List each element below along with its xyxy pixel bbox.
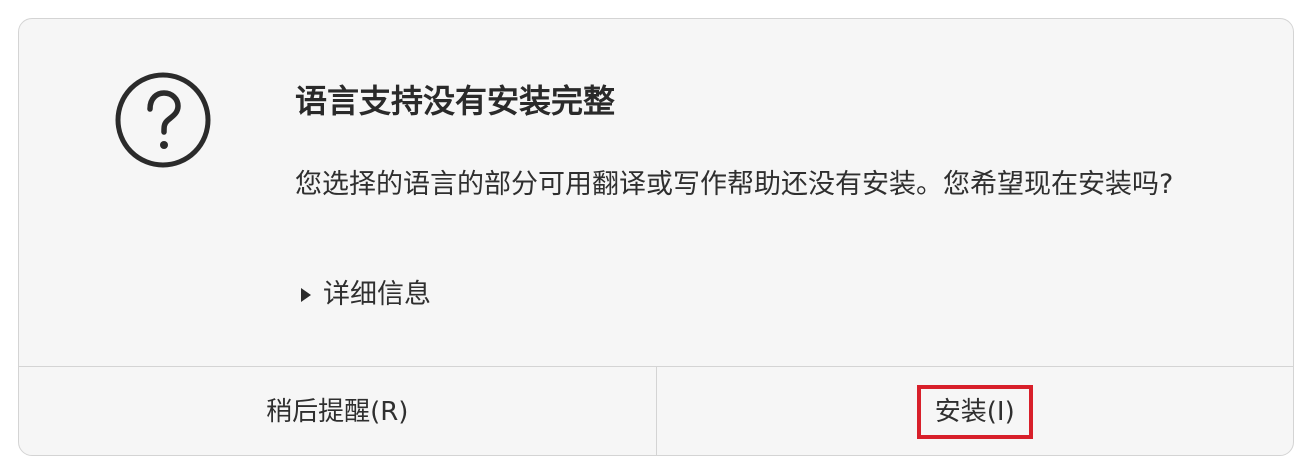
details-expander[interactable]: 详细信息 [299, 275, 431, 315]
dialog-content: 语言支持没有安装完整 您选择的语言的部分可用翻译或写作帮助还没有安装。您希望现在… [19, 19, 1293, 366]
dialog-message: 您选择的语言的部分可用翻译或写作帮助还没有安装。您希望现在安装吗? [295, 169, 1174, 200]
language-support-dialog: 语言支持没有安装完整 您选择的语言的部分可用翻译或写作帮助还没有安装。您希望现在… [18, 18, 1294, 456]
question-circle-icon [115, 72, 211, 168]
install-button[interactable]: 安装(I) [655, 367, 1294, 455]
dialog-title: 语言支持没有安装完整 [295, 82, 616, 120]
triangle-right-icon [301, 288, 311, 302]
remind-later-label: 稍后提醒(R) [266, 397, 409, 427]
install-label: 安装(I) [934, 397, 1015, 427]
details-label: 详细信息 [323, 279, 431, 310]
install-highlight-box: 安装(I) [916, 385, 1033, 439]
dialog-button-bar: 稍后提醒(R) 安装(I) [19, 366, 1294, 455]
remind-later-button[interactable]: 稍后提醒(R) [19, 367, 656, 455]
